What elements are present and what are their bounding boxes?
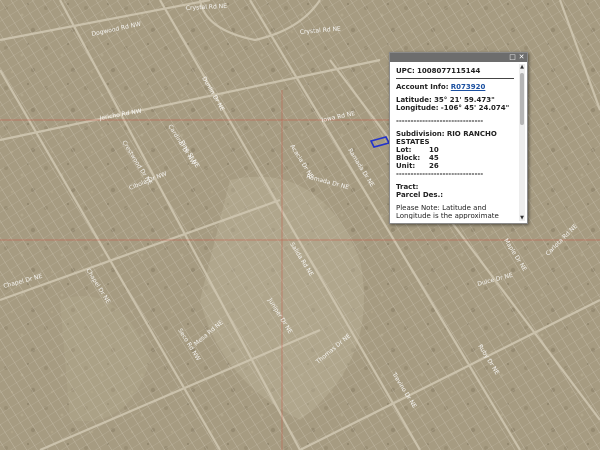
upc-label: UPC: — [396, 67, 415, 75]
parcel-info-popup: □ ✕ UPC: 1008077115144 Account Info: R07… — [389, 52, 528, 224]
popup-scrollbar[interactable]: ▲ ▼ — [519, 64, 525, 221]
lot-label: Lot: — [396, 146, 412, 154]
popup-content: UPC: 1008077115144 Account Info: R073920… — [396, 67, 514, 219]
block-value: 45 — [429, 154, 439, 162]
longitude-row: Longitude: -106° 45' 24.074" — [396, 104, 514, 112]
account-label: Account Info: — [396, 83, 449, 91]
latitude-value: 35° 21' 59.473" — [434, 96, 495, 104]
dash-divider: ------------------------------ — [396, 170, 484, 178]
divider — [396, 78, 514, 79]
longitude-label: Longitude: — [396, 104, 439, 112]
upc-value: 1008077115144 — [417, 67, 481, 75]
unit-row: Unit: 26 — [396, 162, 514, 170]
tract-label: Tract: — [396, 183, 419, 191]
dash-divider: ------------------------------ — [396, 117, 484, 125]
scroll-down-icon[interactable]: ▼ — [519, 215, 525, 221]
subdivision-label: Subdivision: — [396, 130, 445, 138]
subdivision-row: Subdivision: RIO RANCHO ESTATES — [396, 130, 514, 146]
unit-label: Unit: — [396, 162, 416, 170]
upc-row: UPC: 1008077115144 — [396, 67, 514, 75]
longitude-value: -106° 45' 24.074" — [440, 104, 510, 112]
scroll-up-icon[interactable]: ▲ — [519, 64, 525, 70]
coordinates-note: Please Note: Latitude and Longitude is t… — [396, 204, 499, 219]
account-row: Account Info: R073920 — [396, 83, 514, 91]
parcel-label: Parcel Des.: — [396, 191, 444, 199]
block-row: Block: 45 — [396, 154, 514, 162]
scroll-thumb[interactable] — [520, 73, 524, 125]
lot-row: Lot: 10 — [396, 146, 514, 154]
latitude-row: Latitude: 35° 21' 59.473" — [396, 96, 514, 104]
account-link[interactable]: R073920 — [451, 83, 486, 91]
close-icon[interactable]: ✕ — [518, 54, 525, 61]
maximize-icon[interactable]: □ — [509, 54, 516, 61]
popup-header: □ ✕ — [390, 53, 527, 62]
block-label: Block: — [396, 154, 421, 162]
unit-value: 26 — [429, 162, 439, 170]
latitude-label: Latitude: — [396, 96, 432, 104]
lot-value: 10 — [429, 146, 439, 154]
